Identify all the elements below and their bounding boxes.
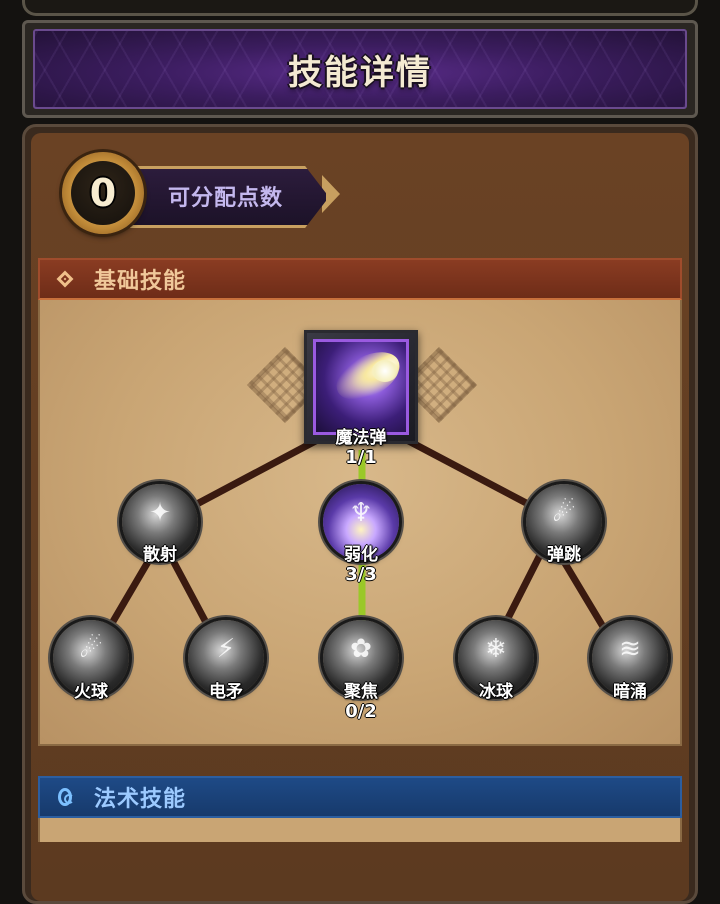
- undertow-icon: ≋: [619, 633, 641, 664]
- link-scatter-spear: [166, 553, 214, 632]
- available-points-badge: 0: [62, 152, 144, 234]
- available-points-label: 可分配点数: [168, 186, 284, 211]
- skill-name-weaken: 弱化: [344, 545, 378, 565]
- skill-name-fireball: 火球: [74, 682, 108, 702]
- spell-tree-area: [38, 818, 682, 842]
- page-title: 技能详情: [288, 52, 432, 93]
- section-spell-skills[interactable]: 法术技能: [38, 776, 682, 818]
- available-points-value: 0: [89, 171, 117, 215]
- skill-name-lightning-spear: 电矛: [209, 682, 243, 702]
- skill-level-weaken: 3/3: [345, 564, 377, 585]
- skill-name-undertow: 暗涌: [613, 682, 647, 702]
- section-basic-title: 基础技能: [94, 269, 187, 294]
- lightning-spear-icon: ⚡: [216, 633, 236, 664]
- fireball-icon: ☄: [79, 633, 103, 664]
- skill-name-scatter: 散射: [143, 545, 177, 565]
- bounce-icon: ☄: [552, 497, 576, 528]
- weaken-icon: ♆: [349, 497, 373, 528]
- skill-name-bounce: 弹跳: [547, 545, 581, 565]
- skill-name-magic-missile: 魔法弹: [335, 428, 387, 448]
- link-bounce-iceball: [498, 553, 544, 632]
- link-bounce-undertow: [556, 553, 609, 632]
- scatter-icon: ✦: [149, 497, 171, 528]
- title-bar: 技能详情: [22, 20, 698, 118]
- link-scatter-fireball: [104, 553, 156, 632]
- skill-level-magic-missile: 1/1: [345, 447, 377, 468]
- swirl-icon: [58, 788, 74, 806]
- diamond-icon: [56, 270, 74, 288]
- top-frame-strip: [22, 0, 698, 16]
- iceball-icon: ❄: [485, 633, 507, 664]
- title-banner: 技能详情: [33, 29, 687, 109]
- skill-level-focus: 0/2: [345, 701, 377, 722]
- section-spell-title: 法术技能: [94, 787, 187, 812]
- skill-name-iceball: 冰球: [479, 682, 513, 702]
- focus-icon: ✿: [350, 633, 372, 664]
- section-basic-skills[interactable]: 基础技能: [38, 258, 682, 300]
- skill-name-focus: 聚焦: [344, 682, 378, 702]
